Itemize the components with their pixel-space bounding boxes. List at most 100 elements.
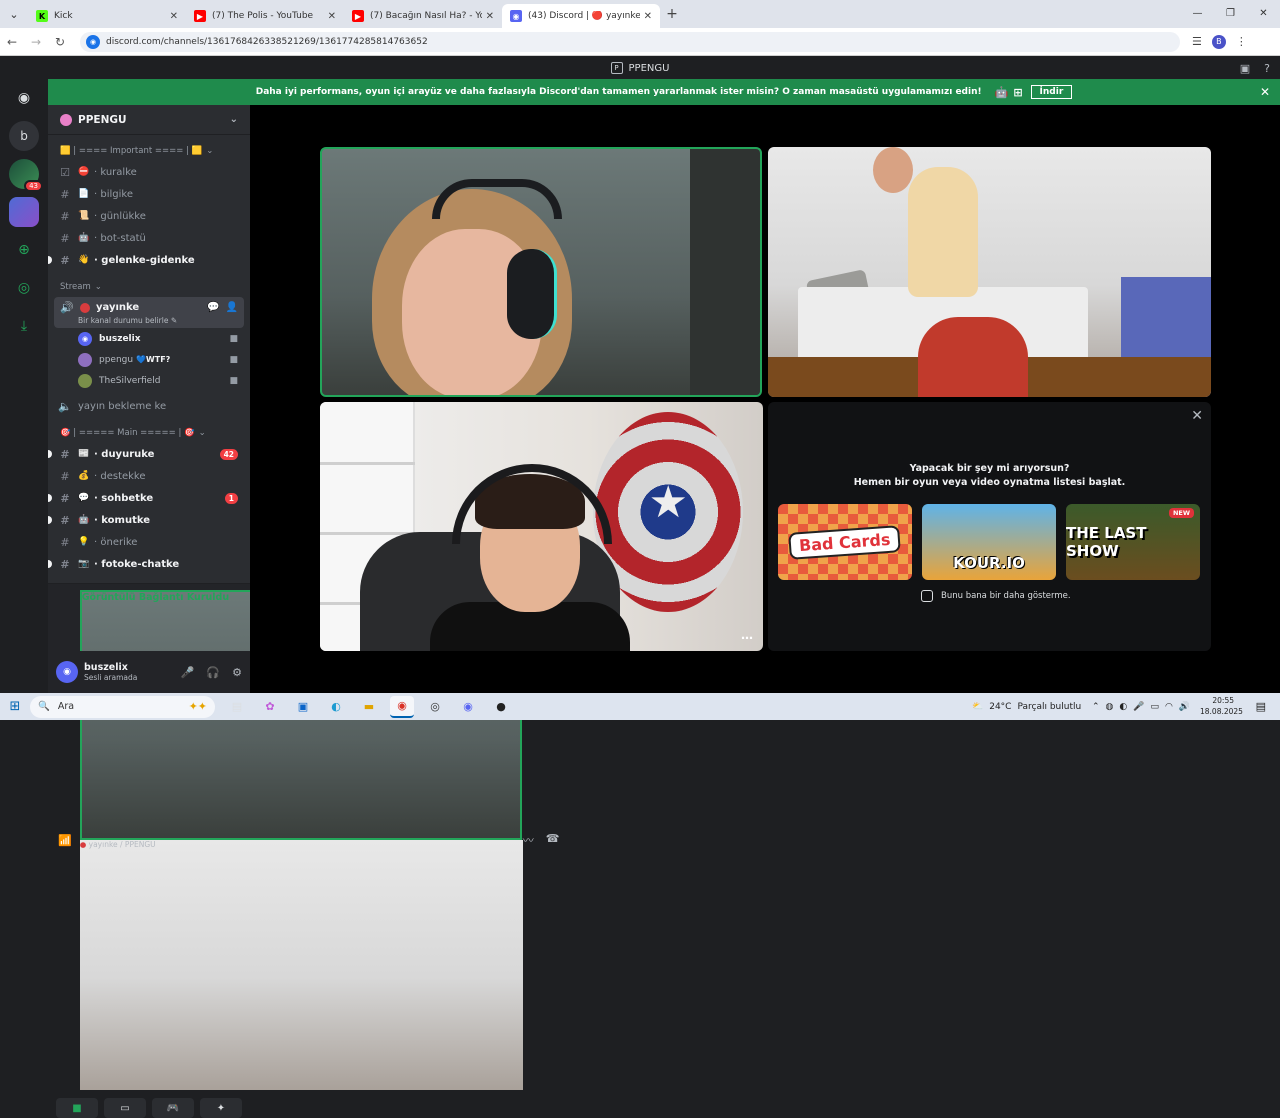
channel-gelenke-gidenke[interactable]: # 👋 · gelenke-gidenke: [48, 249, 250, 271]
screen-share-button[interactable]: ▭: [104, 1098, 146, 1118]
user-avatar[interactable]: ◉: [56, 661, 78, 683]
game-card-kour-io[interactable]: KOUR.IO: [922, 504, 1056, 580]
noise-suppression-icon[interactable]: 〰: [523, 832, 534, 848]
edge-icon[interactable]: ◐: [324, 696, 348, 718]
voice-channel-yayin-bekleme[interactable]: 🔈 yayın bekleme ke: [48, 395, 250, 417]
maximize-icon[interactable]: ❐: [1214, 0, 1247, 28]
video-tile-room[interactable]: [768, 147, 1211, 397]
close-tab-icon[interactable]: ✕: [486, 11, 494, 22]
voice-channel-yayinke[interactable]: 🔊 yayınke 💬 👤 Bir kanal durumu belirle ✎: [54, 297, 244, 328]
microphone-icon[interactable]: 🎤: [1133, 702, 1144, 712]
task-view-icon[interactable]: ▤: [225, 696, 249, 718]
chat-bubble-icon[interactable]: 💬: [207, 302, 219, 313]
voice-user-thesilverfield[interactable]: TheSilverfield ■: [48, 370, 250, 391]
browser-tab-discord[interactable]: ◉ (43) Discord | 🔴 yayınke | ✕: [502, 4, 660, 28]
channel-bilgike[interactable]: # 📄 · bilgike: [48, 183, 250, 205]
new-tab-button[interactable]: +: [660, 6, 684, 22]
clock[interactable]: 20:55 18.08.2025: [1200, 695, 1243, 717]
reading-list-icon[interactable]: ☰: [1192, 35, 1202, 48]
tray-app-icon[interactable]: ◍: [1106, 702, 1114, 712]
category-important[interactable]: 🟨 | ==== Important ==== | 🟨 ⌄: [48, 141, 250, 161]
channel-duyuruke[interactable]: # 📰 · duyuruke 42: [48, 443, 250, 465]
close-window-icon[interactable]: ✕: [1247, 0, 1280, 28]
obs-icon[interactable]: ●: [489, 696, 513, 718]
headphones-icon[interactable]: 🎧: [206, 666, 220, 679]
chrome-icon[interactable]: ◉: [390, 695, 414, 718]
server-b[interactable]: b: [9, 121, 39, 151]
game-card-bad-cards[interactable]: Bad Cards: [778, 504, 912, 580]
more-options-icon[interactable]: ⋯: [741, 631, 753, 645]
url-field[interactable]: ◉ discord.com/channels/13617684263385212…: [80, 31, 1195, 116]
category-main[interactable]: 🎯 | ===== Main ===== | 🎯 ⌄: [48, 423, 250, 443]
windows-icon[interactable]: ⊞: [1013, 86, 1022, 99]
soundboard-button[interactable]: ✦: [200, 1098, 242, 1118]
minimize-icon[interactable]: —: [1181, 0, 1214, 28]
wifi-icon[interactable]: ◠: [1165, 702, 1173, 712]
server-ppengu[interactable]: 43: [9, 159, 43, 192]
server-other[interactable]: [9, 197, 39, 227]
chevron-up-icon[interactable]: ⌃: [1092, 702, 1100, 712]
site-info-icon[interactable]: ◉: [86, 34, 100, 49]
dont-show-checkbox[interactable]: Bunu bana bir daha gösterme.: [921, 590, 1071, 602]
discord-home-icon[interactable]: ◉: [9, 83, 39, 113]
browser-menu-icon[interactable]: ⋮: [1236, 35, 1247, 48]
tab-search-icon[interactable]: ⌄: [0, 0, 28, 28]
discover-icon[interactable]: ◎: [9, 273, 39, 303]
camera-toggle-button[interactable]: ■: [56, 1098, 98, 1118]
invite-icon[interactable]: 👤: [226, 302, 238, 313]
forward-icon[interactable]: →: [24, 35, 48, 49]
video-tile-gamer[interactable]: ★ ⋯: [320, 402, 763, 651]
close-banner-icon[interactable]: ✕: [1260, 85, 1270, 99]
android-icon[interactable]: 🤖: [995, 86, 1009, 99]
close-tab-icon[interactable]: ✕: [328, 11, 336, 22]
video-tile-speaking[interactable]: [320, 147, 762, 397]
profile-avatar[interactable]: B: [1211, 34, 1226, 49]
weather-widget[interactable]: ⛅ 24°C Parçalı bulutlu: [972, 693, 1081, 720]
guild-header[interactable]: PPENGU ⌄: [48, 105, 250, 135]
browser-tab-kick[interactable]: K Kick ✕: [28, 4, 186, 28]
settings-gear-icon[interactable]: ⚙: [232, 666, 242, 679]
microphone-icon[interactable]: 🎤: [181, 666, 195, 679]
discord-taskbar-icon[interactable]: ◉: [456, 696, 480, 718]
channel-fotoke-chatke[interactable]: # 📷 · fotoke-chatke: [48, 553, 250, 575]
reload-icon[interactable]: ↻: [48, 35, 72, 49]
checkbox-icon[interactable]: [921, 590, 933, 602]
signal-icon[interactable]: 📶: [58, 834, 72, 847]
close-tab-icon[interactable]: ✕: [170, 11, 178, 22]
channel-gunlukke[interactable]: # 📜 · günlükke: [48, 205, 250, 227]
browser-tab-youtube-2[interactable]: ▶ (7) Bacağın Nasıl Ha? - YouTub ✕: [344, 4, 502, 28]
windows-start-icon[interactable]: ⊞: [0, 699, 30, 714]
category-stream[interactable]: Stream ⌄: [48, 277, 250, 297]
copilot-icon[interactable]: ✿: [258, 696, 282, 718]
add-server-icon[interactable]: ⊕: [9, 235, 39, 265]
channel-destekke[interactable]: # 💰 · destekke: [48, 465, 250, 487]
help-icon[interactable]: ?: [1264, 62, 1270, 75]
download-button[interactable]: İndir: [1030, 85, 1073, 99]
channel-bot-statu[interactable]: # 🤖 · bot-statü: [48, 227, 250, 249]
volume-icon[interactable]: 🔊: [1179, 702, 1190, 712]
channel-status[interactable]: Bir kanal durumu belirle ✎: [60, 316, 238, 325]
back-icon[interactable]: ←: [0, 35, 24, 49]
network-icon[interactable]: ▭: [1150, 702, 1159, 712]
channel-komutke[interactable]: # 🤖 · komutke: [48, 509, 250, 531]
taskbar-search[interactable]: 🔍 Ara ✦✦: [30, 695, 215, 718]
activity-button[interactable]: 🎮: [152, 1098, 194, 1118]
voice-user-buszelix[interactable]: ◉ buszelix ■: [48, 328, 250, 349]
connection-channel[interactable]: yayınke / PPENGU: [89, 840, 156, 849]
channel-onerike[interactable]: # 💡 · önerike: [48, 531, 250, 553]
tray-app-icon[interactable]: ◐: [1119, 702, 1127, 712]
voice-user-ppengu[interactable]: ppengu 💙WTF? ■: [48, 349, 250, 370]
app-icon[interactable]: ◎: [423, 696, 447, 718]
inbox-icon[interactable]: ▣: [1240, 62, 1250, 75]
download-icon[interactable]: ⤓: [9, 311, 39, 341]
close-tab-icon[interactable]: ✕: [644, 11, 652, 22]
channel-kuralke[interactable]: ☑ ⛔ · kuralke: [48, 161, 250, 183]
file-explorer-icon[interactable]: ▬: [357, 696, 381, 718]
game-card-last-show[interactable]: NEW THE LAST SHOW: [1066, 504, 1200, 580]
notification-icon[interactable]: ▤: [1256, 693, 1266, 720]
browser-tab-youtube-1[interactable]: ▶ (7) The Polis - YouTube ✕: [186, 4, 344, 28]
close-icon[interactable]: ✕: [1191, 408, 1203, 424]
channel-sohbetke[interactable]: # 💬 · sohbetke 1: [48, 487, 250, 509]
disconnect-icon[interactable]: ☎: [546, 832, 560, 848]
outlook-icon[interactable]: ▣: [291, 696, 315, 718]
